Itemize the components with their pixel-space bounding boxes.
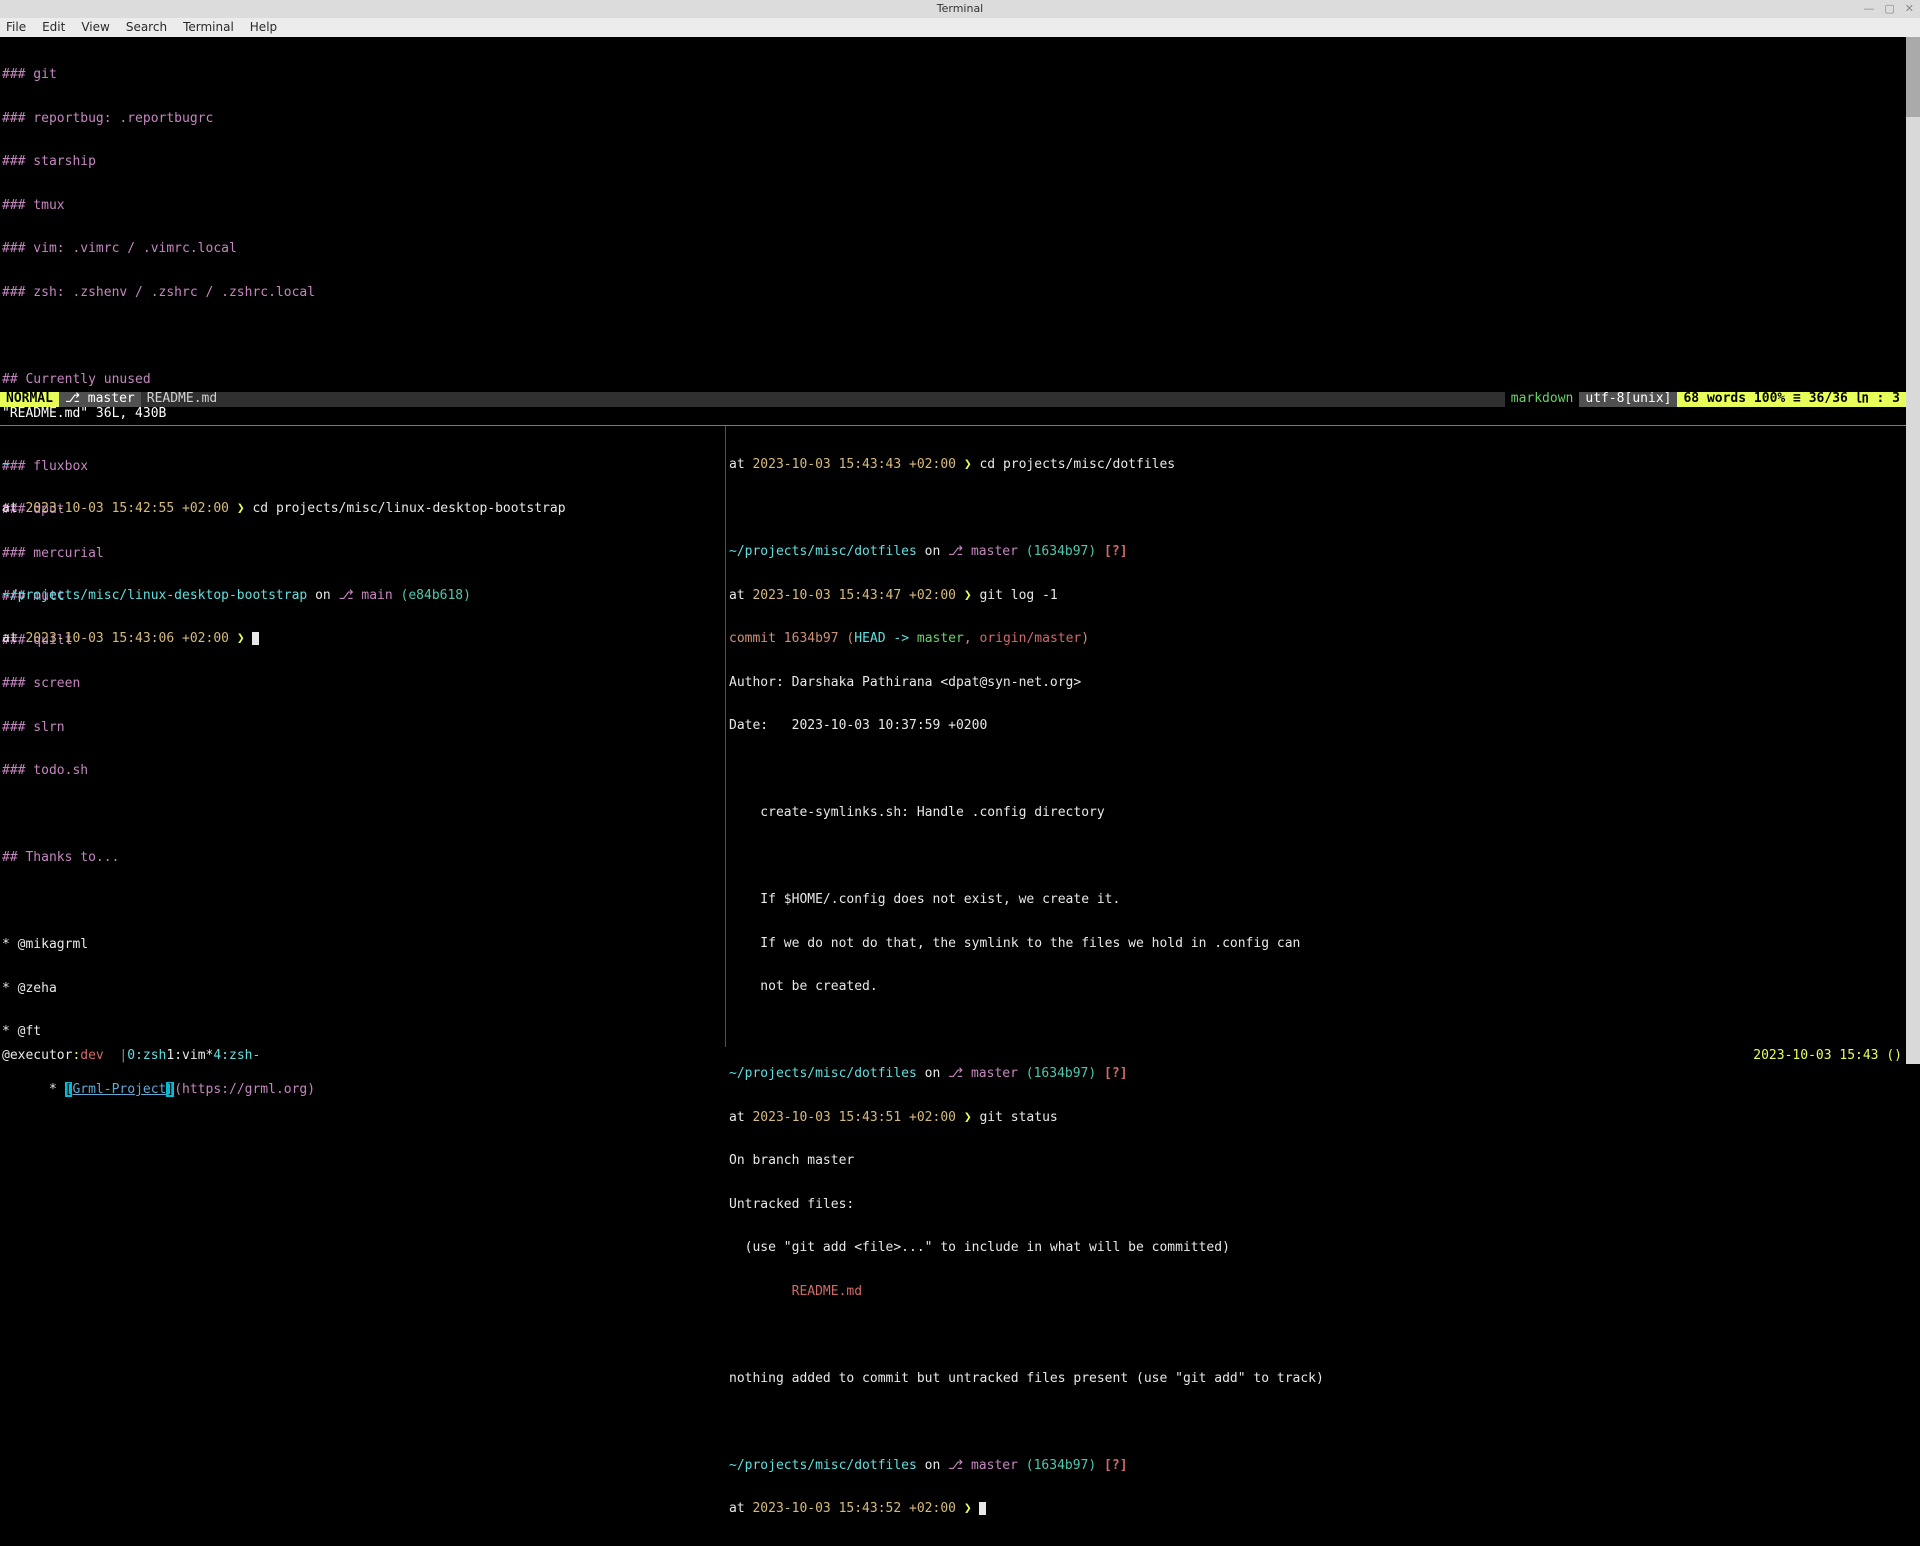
window-titlebar: Terminal — ▢ ✕ xyxy=(0,0,1920,18)
shell-line xyxy=(2,545,722,560)
branch-icon: ⎇ xyxy=(339,588,354,603)
shell-line: at 2023-10-03 15:43:43 +02:00 ❯ cd proje… xyxy=(729,458,1904,473)
vim-message: "README.md" 36L, 430B xyxy=(2,407,166,422)
window-title: Terminal xyxy=(937,2,984,17)
vim-encoding: utf-8[unix] xyxy=(1579,392,1677,407)
menu-terminal[interactable]: Terminal xyxy=(183,20,234,35)
scrollbar[interactable] xyxy=(1906,37,1920,1064)
shell-line: ~/projects/misc/linux-desktop-bootstrap … xyxy=(2,589,722,604)
tmux-host: @executor xyxy=(2,1049,72,1064)
menu-help[interactable]: Help xyxy=(250,20,277,35)
shell-line: ~/projects/misc/dotfiles on ⎇ master (16… xyxy=(729,1459,1904,1474)
branch-icon: ⎇ xyxy=(65,391,80,406)
menu-view[interactable]: View xyxy=(81,20,109,35)
vim-line: ### tmux xyxy=(2,199,1904,214)
shell-line xyxy=(729,502,1904,517)
shell-line: not be created. xyxy=(729,980,1904,995)
vim-line: ### starship xyxy=(2,155,1904,170)
vim-line: ### git xyxy=(2,68,1904,83)
maximize-icon[interactable]: ▢ xyxy=(1884,2,1894,17)
tmux-window-active[interactable]: 1:vim* xyxy=(166,1049,213,1064)
shell-cursor xyxy=(979,1502,986,1515)
shell-line: README.md xyxy=(729,1285,1904,1300)
vim-line: ### reportbug: .reportbugrc xyxy=(2,112,1904,127)
vim-line xyxy=(2,329,1904,344)
tmux-pane-border xyxy=(725,426,726,1047)
tmux-statusbar: @executor:dev |0:zsh 1:vim* 4:zsh- 2023-… xyxy=(0,1048,1906,1064)
shell-line xyxy=(729,1328,1904,1343)
vim-statusline: NORMAL ⎇ master README.md markdown utf-8… xyxy=(0,392,1906,407)
shell-line: Date: 2023-10-03 10:37:59 +0200 xyxy=(729,719,1904,734)
shell-line: at 2023-10-03 15:43:47 +02:00 ❯ git log … xyxy=(729,589,1904,604)
vim-mode: NORMAL xyxy=(0,392,59,407)
shell-line: nothing added to commit but untracked fi… xyxy=(729,1372,1904,1387)
shell-line: On branch master xyxy=(729,1154,1904,1169)
shell-line: at 2023-10-03 15:43:51 +02:00 ❯ git stat… xyxy=(729,1111,1904,1126)
vim-cursor: [ xyxy=(65,1082,73,1097)
shell-pane-right[interactable]: at 2023-10-03 15:43:43 +02:00 ❯ cd proje… xyxy=(729,429,1904,1546)
shell-line: Author: Darshaka Pathirana <dpat@syn-net… xyxy=(729,676,1904,691)
menu-file[interactable]: File xyxy=(6,20,26,35)
shell-line: at 2023-10-03 15:42:55 +02:00 ❯ cd proje… xyxy=(2,502,722,517)
tmux-window[interactable]: 4:zsh- xyxy=(213,1049,260,1064)
shell-cursor xyxy=(252,632,259,645)
shell-line xyxy=(729,1024,1904,1039)
shell-line: at 2023-10-03 15:43:52 +02:00 ❯ xyxy=(729,1502,1904,1517)
shell-line: ~ xyxy=(2,458,722,473)
scrollbar-thumb[interactable] xyxy=(1906,37,1920,117)
branch-icon: ⎇ xyxy=(948,544,963,559)
tmux-pane-border xyxy=(0,425,1906,426)
vim-filename: README.md xyxy=(141,392,223,407)
terminal-area[interactable]: ### git ### reportbug: .reportbugrc ### … xyxy=(0,37,1920,1064)
branch-icon: ⎇ xyxy=(948,1066,963,1081)
tmux-clock: 2023-10-03 15:43 () xyxy=(1753,1049,1902,1064)
branch-icon: ⎇ xyxy=(948,1458,963,1473)
menu-bar: File Edit View Search Terminal Help xyxy=(0,18,1920,37)
vim-filetype: markdown xyxy=(1505,392,1580,407)
shell-line: (use "git add <file>..." to include in w… xyxy=(729,1241,1904,1256)
vim-line: ### zsh: .zshenv / .zshrc / .zshrc.local xyxy=(2,286,1904,301)
shell-pane-left[interactable]: ~ at 2023-10-03 15:42:55 +02:00 ❯ cd pro… xyxy=(2,429,722,676)
shell-line: If $HOME/.config does not exist, we crea… xyxy=(729,893,1904,908)
tmux-window[interactable]: 0:zsh xyxy=(127,1049,166,1064)
minimize-icon[interactable]: — xyxy=(1863,2,1874,17)
shell-line xyxy=(729,763,1904,778)
shell-line xyxy=(729,850,1904,865)
shell-line: If we do not do that, the symlink to the… xyxy=(729,937,1904,952)
vim-branch: ⎇ master xyxy=(59,392,141,407)
vim-wordcount: 68 words 100% ≡ 36/36 ㏑ : 3 xyxy=(1677,392,1906,407)
vim-line: ### vim: .vimrc / .vimrc.local xyxy=(2,242,1904,257)
menu-search[interactable]: Search xyxy=(126,20,167,35)
shell-line: Untracked files: xyxy=(729,1198,1904,1213)
vim-line: ## Currently unused xyxy=(2,373,1904,388)
shell-line: ~/projects/misc/dotfiles on ⎇ master (16… xyxy=(729,545,1904,560)
shell-line: at 2023-10-03 15:43:06 +02:00 ❯ xyxy=(2,632,722,647)
shell-line: ~/projects/misc/dotfiles on ⎇ master (16… xyxy=(729,1067,1904,1082)
menu-edit[interactable]: Edit xyxy=(42,20,65,35)
shell-line: create-symlinks.sh: Handle .config direc… xyxy=(729,806,1904,821)
shell-line: commit 1634b97 (HEAD -> master, origin/m… xyxy=(729,632,1904,647)
shell-line xyxy=(729,1415,1904,1430)
close-icon[interactable]: ✕ xyxy=(1905,2,1914,17)
